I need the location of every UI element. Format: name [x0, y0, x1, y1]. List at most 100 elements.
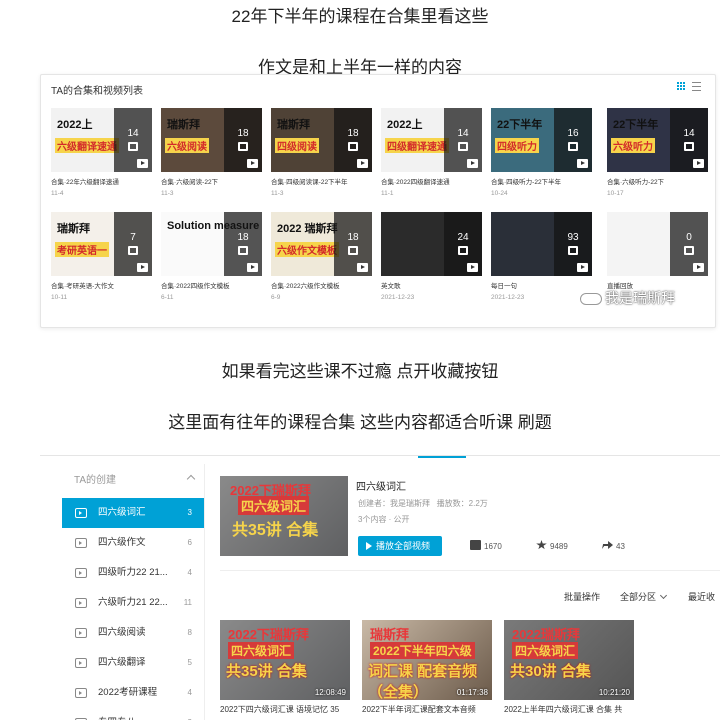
play-all-button[interactable]: 播放全部视频	[358, 536, 442, 556]
collection-card[interactable]: 22下半年 四级听力 16 合集·四级听力-22下半年 10-24	[491, 108, 592, 197]
collection-title[interactable]: 合集·22年六级翻译速通	[51, 176, 152, 186]
thumb-text: 2022 瑞斯拜	[277, 223, 338, 235]
collection-date: 6-9	[271, 294, 281, 301]
collection-card[interactable]: 瑞斯拜 考研英语一 7 合集·考研英语-大作文 10-11	[51, 212, 152, 301]
collection-card[interactable]: 24 英文歌 2021-12-23	[381, 212, 482, 301]
collection-card[interactable]: 0 直播回放	[607, 212, 708, 294]
collection-thumbnail[interactable]: 2022上 四级翻译速通 14	[381, 108, 482, 172]
video-title[interactable]: 2022下半年词汇课配套文本音频	[362, 704, 492, 715]
thumb-text: 四六级词汇	[512, 642, 579, 659]
play-icon[interactable]	[693, 263, 704, 272]
stack-icon	[568, 142, 578, 151]
collection-title[interactable]: 每日一句	[491, 280, 592, 290]
view-toggle	[677, 82, 701, 91]
collection-date: 10-24	[491, 190, 508, 197]
collection-date: 11-1	[381, 190, 394, 197]
play-icon[interactable]	[467, 159, 478, 168]
play-icon[interactable]	[577, 159, 588, 168]
play-icon[interactable]	[577, 263, 588, 272]
sidebar-item[interactable]: 四级听力22 21... 4	[62, 558, 204, 588]
play-icon[interactable]	[357, 159, 368, 168]
collection-thumbnail[interactable]: 2022 瑞斯拜 六级作文模板 18	[271, 212, 372, 276]
play-icon[interactable]	[467, 263, 478, 272]
collection-thumbnail[interactable]: 瑞斯拜 四级阅读 18	[271, 108, 372, 172]
video-thumbnail[interactable]: 2022下瑞斯拜 四六级词汇 共35讲 合集 12:08:49	[220, 620, 350, 700]
video-card[interactable]: 2022下瑞斯拜 四六级词汇 共35讲 合集 12:08:49 2022下四六级词汇课 …	[220, 620, 350, 715]
featured-thumbnail[interactable]: 2022下瑞斯拜 四六级词汇 共35讲 合集	[220, 476, 348, 556]
section-dropdown[interactable]: 全部分区	[620, 590, 666, 603]
video-thumbnail[interactable]: 2022瑞斯拜 四六级词汇 共30讲 合集 10:21:20	[504, 620, 634, 700]
video-count: 18	[237, 232, 249, 243]
collection-thumbnail[interactable]: 24	[381, 212, 482, 276]
batch-operation-button[interactable]: 批量操作	[564, 590, 600, 603]
collection-card[interactable]: 瑞斯拜 四级阅读 18 合集·四级阅读课-22下半年 11-3	[271, 108, 372, 197]
list-view-icon[interactable]	[692, 82, 701, 91]
collection-title[interactable]: 英文歌	[381, 280, 482, 290]
video-count: 18	[347, 128, 359, 139]
collection-thumbnail[interactable]: 0	[607, 212, 708, 276]
collection-card[interactable]: 2022 瑞斯拜 六级作文模板 18 合集·2022六级作文模板 6-9	[271, 212, 372, 301]
stack-icon	[128, 246, 138, 255]
collection-title[interactable]: 合集·四级阅读课-22下半年	[271, 176, 372, 186]
sidebar-item-label: 四六级作文	[98, 537, 146, 548]
collection-thumbnail[interactable]: Solution measure 18	[161, 212, 262, 276]
like-button[interactable]: 1670	[470, 540, 502, 551]
video-card[interactable]: 瑞斯拜 2022下半年四六级 词汇课 配套音频（全集） 01:17:38 2022下半年…	[362, 620, 492, 715]
collection-title[interactable]: 合集·2022四级作文模板	[161, 280, 262, 290]
collection-card[interactable]: 2022上 六级翻译速通 14 合集·22年六级翻译速通 11-4	[51, 108, 152, 197]
panel-title: TA的合集和视频列表	[51, 86, 144, 97]
stack-icon	[128, 142, 138, 151]
collection-title[interactable]: 合集·四级听力-22下半年	[491, 176, 592, 186]
sidebar-item[interactable]: 六级听力21 22... 11	[62, 588, 204, 618]
play-icon[interactable]	[137, 159, 148, 168]
collection-title[interactable]: 合集·考研英语-大作文	[51, 280, 152, 290]
count-overlay: 93	[554, 212, 592, 276]
collection-card[interactable]: Solution measure 18 合集·2022四级作文模板 6-11	[161, 212, 262, 301]
playlist-icon	[75, 538, 87, 548]
collection-title[interactable]: 合集·2022六级作文模板	[271, 280, 372, 290]
collection-title[interactable]: 合集·2022四级翻译速通	[381, 176, 482, 186]
video-thumbnail[interactable]: 瑞斯拜 2022下半年四六级 词汇课 配套音频（全集） 01:17:38	[362, 620, 492, 700]
play-icon[interactable]	[137, 263, 148, 272]
video-duration: 12:08:49	[314, 688, 346, 697]
video-title[interactable]: 2022上半年四六级词汇课 合集 共	[504, 704, 634, 715]
count-overlay: 18	[224, 212, 262, 276]
video-card[interactable]: 2022瑞斯拜 四六级词汇 共30讲 合集 10:21:20 2022上半年四六级词汇课…	[504, 620, 634, 715]
sidebar-item[interactable]: 专四专八3	[62, 708, 204, 720]
sidebar-item[interactable]: 四六级作文 6	[62, 528, 204, 558]
play-icon[interactable]	[357, 263, 368, 272]
video-count: 7	[130, 232, 136, 243]
sidebar-item[interactable]: 2022考研课程 4	[62, 678, 204, 708]
count-overlay: 14	[444, 108, 482, 172]
sidebar-header[interactable]: TA的创建	[62, 464, 204, 498]
collection-card[interactable]: 22下半年 六级听力 14 合集·六级听力-22下 10-17	[607, 108, 708, 197]
collection-card[interactable]: 2022上 四级翻译速通 14 合集·2022四级翻译速通 11-1	[381, 108, 482, 197]
collection-title[interactable]: 合集·六级阅读-22下	[161, 176, 262, 186]
collection-title[interactable]: 合集·六级听力-22下	[607, 176, 708, 186]
favorite-button[interactable]: 9489	[536, 540, 568, 551]
thumb-text: 2022上	[57, 119, 93, 131]
grid-view-icon[interactable]	[677, 82, 686, 91]
active-tab-indicator	[418, 456, 466, 458]
collection-date: 2021-12-23	[381, 294, 415, 301]
collection-thumbnail[interactable]: 瑞斯拜 考研英语一 7	[51, 212, 152, 276]
play-icon[interactable]	[693, 159, 704, 168]
sidebar-item[interactable]: 四六级阅读 8	[62, 618, 204, 648]
sidebar-item[interactable]: 四六级词汇 3	[62, 498, 204, 528]
sort-dropdown[interactable]: 最近收	[688, 590, 715, 603]
collection-card[interactable]: 瑞斯拜 六级阅读 18 合集·六级阅读-22下 11-3	[161, 108, 262, 197]
sidebar-item[interactable]: 四六级翻译 5	[62, 648, 204, 678]
collection-thumbnail[interactable]: 22下半年 六级听力 14	[607, 108, 708, 172]
video-title[interactable]: 2022下四六级词汇课 语境记忆 35	[220, 704, 350, 715]
thumb-text: 2022下半年四六级	[370, 642, 475, 659]
play-icon[interactable]	[247, 159, 258, 168]
collection-thumbnail[interactable]: 22下半年 四级听力 16	[491, 108, 592, 172]
collection-thumbnail[interactable]: 93	[491, 212, 592, 276]
play-icon[interactable]	[247, 263, 258, 272]
thumb-text: 四级阅读	[275, 138, 319, 153]
collection-thumbnail[interactable]: 2022上 六级翻译速通 14	[51, 108, 152, 172]
collection-thumbnail[interactable]: 瑞斯拜 六级阅读 18	[161, 108, 262, 172]
collection-card[interactable]: 93 每日一句 2021-12-23	[491, 212, 592, 301]
share-button[interactable]: 43	[602, 540, 625, 551]
thumb-text: 考研英语一	[55, 242, 109, 257]
